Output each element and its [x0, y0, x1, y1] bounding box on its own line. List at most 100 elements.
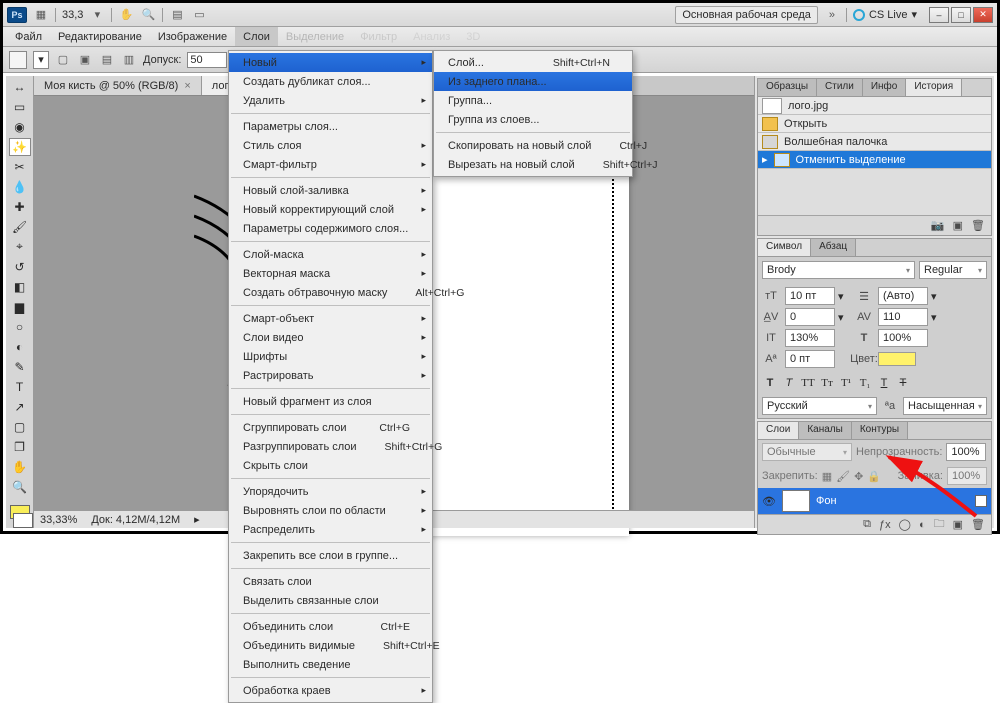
chevron-down-icon[interactable]: ▾ — [89, 7, 105, 23]
selection-new-icon[interactable]: ▢ — [55, 52, 71, 68]
fx-icon[interactable]: ƒx — [879, 519, 891, 531]
lock-transparency-icon[interactable]: ▦ — [822, 470, 832, 483]
menu-item-adjustment-layer[interactable]: Новый корректирующий слой▸ — [229, 200, 432, 219]
menu-3d[interactable]: 3D — [458, 27, 488, 46]
allcaps-button[interactable]: TT — [800, 375, 816, 391]
history-new-state-icon[interactable]: ▣ — [953, 219, 963, 232]
layer-row-background[interactable]: 👁 Фон — [758, 488, 991, 514]
tool-crop[interactable]: ✂ — [9, 158, 31, 176]
tool-marquee[interactable]: ▭ — [9, 98, 31, 116]
tab-layers[interactable]: Слои — [758, 422, 799, 439]
screen-mode-icon[interactable]: ▭ — [191, 7, 207, 23]
bridge-icon[interactable]: ▦ — [33, 7, 49, 23]
current-tool-icon[interactable] — [9, 51, 27, 69]
history-step[interactable]: Открыть — [758, 115, 991, 133]
lock-pixels-icon[interactable]: 🖌 — [836, 470, 850, 483]
mask-icon[interactable]: ◯ — [899, 518, 911, 531]
menu-item-merge-visible[interactable]: Объединить видимыеShift+Ctrl+E — [229, 636, 432, 655]
vscale-input[interactable]: 130% — [785, 329, 835, 347]
tab-paragraph[interactable]: Абзац — [811, 239, 856, 256]
new-layer-icon[interactable]: ▣ — [953, 518, 963, 531]
tool-hand[interactable]: ✋ — [9, 458, 31, 476]
menu-item-matting[interactable]: Обработка краев▸ — [229, 681, 432, 700]
menu-item-smart-filter[interactable]: Смарт-фильтр▸ — [229, 155, 432, 174]
blend-mode-dropdown[interactable]: Обычные▾ — [762, 443, 852, 461]
doc-tab-0[interactable]: Моя кисть @ 50% (RGB/8)× — [34, 76, 202, 95]
kerning-input[interactable]: 0 — [785, 308, 835, 326]
menu-item-merge[interactable]: Объединить слоиCtrl+E — [229, 617, 432, 636]
tab-channels[interactable]: Каналы — [799, 422, 852, 439]
menu-item-hide-layers[interactable]: Скрыть слои — [229, 456, 432, 475]
history-snapshot[interactable]: лого.jpg — [758, 97, 991, 115]
menu-filter[interactable]: Фильтр — [352, 27, 405, 46]
selection-add-icon[interactable]: ▣ — [77, 52, 93, 68]
menu-analysis[interactable]: Анализ — [405, 27, 458, 46]
arrange-docs-icon[interactable]: ▤ — [169, 7, 185, 23]
tool-stamp[interactable]: ⌖ — [9, 238, 31, 256]
link-layers-icon[interactable]: ⧉ — [863, 518, 871, 531]
tool-path[interactable]: ↗ — [9, 398, 31, 416]
zoom-display[interactable]: 33,3 — [62, 9, 83, 21]
submenu-item-copy-to-new[interactable]: Скопировать на новый слойCtrl+J — [434, 136, 632, 155]
tool-3d[interactable]: ❐ — [9, 438, 31, 456]
italic-button[interactable]: T — [781, 375, 797, 391]
window-close-button[interactable]: ✕ — [973, 7, 993, 23]
bold-button[interactable]: T — [762, 375, 778, 391]
background-swatch[interactable] — [13, 513, 33, 527]
menu-layers[interactable]: Слои — [235, 27, 278, 46]
menu-select[interactable]: Выделение — [278, 27, 352, 46]
history-new-snapshot-icon[interactable]: 📷 — [931, 219, 945, 232]
submenu-item-from-background[interactable]: Из заднего плана... — [434, 72, 632, 91]
menu-item-layer-style[interactable]: Стиль слоя▸ — [229, 136, 432, 155]
menu-item-group-layers[interactable]: Сгруппировать слоиCtrl+G — [229, 418, 432, 437]
submenu-item-group[interactable]: Группа... — [434, 91, 632, 110]
tab-swatches[interactable]: Образцы — [758, 79, 817, 96]
menu-item-new-slice[interactable]: Новый фрагмент из слоя — [229, 392, 432, 411]
baseline-input[interactable]: 0 пт — [785, 350, 835, 368]
menu-item-clipping-mask[interactable]: Создать обтравочную маскуAlt+Ctrl+G — [229, 283, 432, 302]
strike-button[interactable]: T — [895, 375, 911, 391]
menu-item-layer-options[interactable]: Параметры слоя... — [229, 117, 432, 136]
window-minimize-button[interactable]: – — [929, 7, 949, 23]
lock-all-icon[interactable]: 🔒 — [867, 470, 881, 483]
menu-item-delete[interactable]: Удалить▸ — [229, 91, 432, 110]
status-doc-size[interactable]: Док: 4,12M/4,12M — [91, 514, 180, 526]
hscale-input[interactable]: 100% — [878, 329, 928, 347]
fill-input[interactable]: 100% — [947, 467, 987, 485]
menu-item-fill-layer[interactable]: Новый слой-заливка▸ — [229, 181, 432, 200]
tool-history-brush[interactable]: ↺ — [9, 258, 31, 276]
cs-live-button[interactable]: CS Live ▾ — [853, 8, 917, 21]
workspace-more-icon[interactable]: » — [824, 7, 840, 23]
tool-brush[interactable]: 🖌 — [9, 218, 31, 236]
tool-type[interactable]: T — [9, 378, 31, 396]
tolerance-input[interactable] — [187, 52, 227, 68]
status-arrow-icon[interactable]: ▸ — [194, 513, 200, 526]
menu-item-flatten[interactable]: Выполнить сведение — [229, 655, 432, 674]
trash-icon[interactable]: 🗑 — [971, 518, 985, 531]
tool-pen[interactable]: ✎ — [9, 358, 31, 376]
tool-healing[interactable]: ✚ — [9, 198, 31, 216]
selection-intersect-icon[interactable]: ▥ — [121, 52, 137, 68]
subscript-button[interactable]: T₁ — [857, 375, 873, 391]
menu-item-fonts[interactable]: Шрифты▸ — [229, 347, 432, 366]
tab-history[interactable]: История — [906, 79, 962, 96]
window-maximize-button[interactable]: □ — [951, 7, 971, 23]
submenu-item-cut-to-new[interactable]: Вырезать на новый слойShift+Ctrl+J — [434, 155, 632, 174]
tool-magic-wand[interactable]: ✨ — [9, 138, 31, 156]
trash-icon[interactable]: 🗑 — [971, 219, 985, 232]
submenu-item-layer[interactable]: Слой...Shift+Ctrl+N — [434, 53, 632, 72]
tab-info[interactable]: Инфо — [863, 79, 907, 96]
tool-lasso[interactable]: ◉ — [9, 118, 31, 136]
tool-gradient[interactable]: ▆ — [9, 298, 31, 316]
opacity-input[interactable]: 100% — [946, 443, 986, 461]
workspace-switcher[interactable]: Основная рабочая среда — [675, 6, 818, 24]
font-style-dropdown[interactable]: Regular▾ — [919, 261, 987, 279]
lock-position-icon[interactable]: ✥ — [854, 470, 863, 483]
superscript-button[interactable]: T¹ — [838, 375, 854, 391]
menu-item-smart-object[interactable]: Смарт-объект▸ — [229, 309, 432, 328]
history-step[interactable]: Волшебная палочка — [758, 133, 991, 151]
tool-shape[interactable]: ▢ — [9, 418, 31, 436]
tracking-input[interactable]: 110 — [878, 308, 928, 326]
menu-item-new[interactable]: Новый▸ — [229, 53, 432, 72]
menu-item-video-layers[interactable]: Слои видео▸ — [229, 328, 432, 347]
